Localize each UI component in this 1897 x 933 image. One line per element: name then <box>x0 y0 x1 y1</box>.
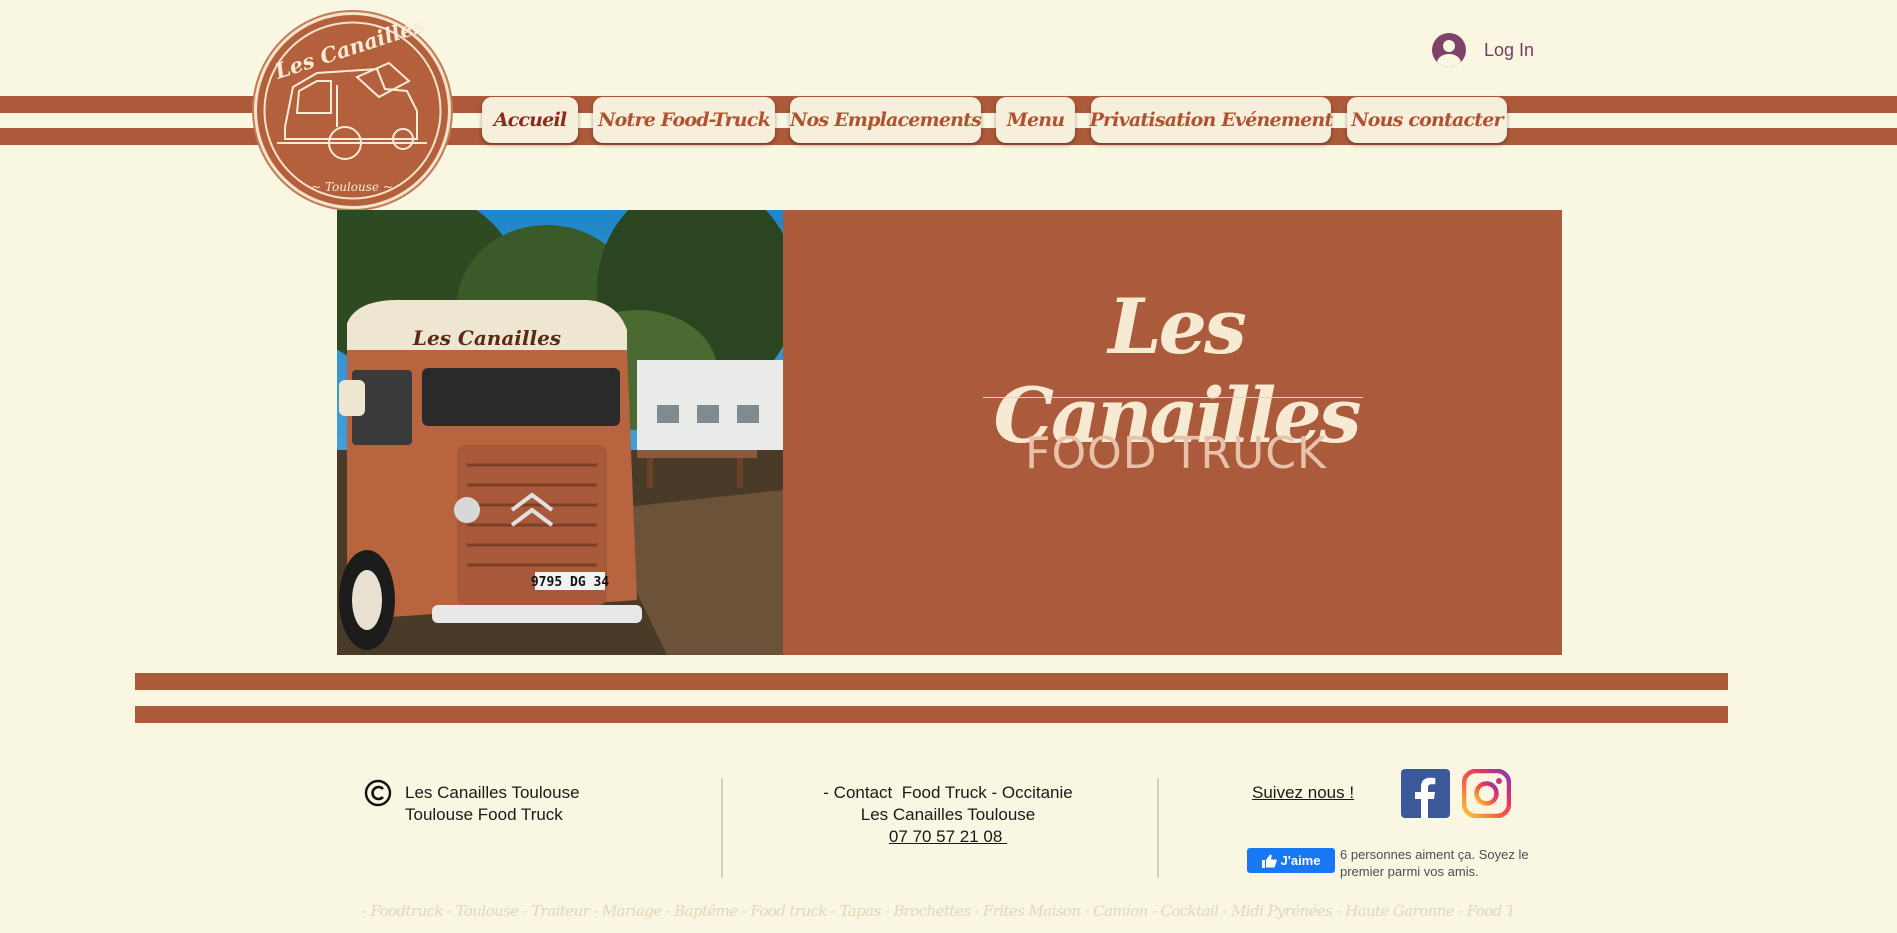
logo-subtext: ~ Toulouse ~ <box>311 180 393 194</box>
hero-photo: Les Canailles 9795 DG 34 <box>337 210 783 655</box>
nav-item-nous-contacter[interactable]: Nous contacter <box>1347 97 1507 143</box>
footer-contact-name: Les Canailles Toulouse <box>860 805 1036 824</box>
facebook-icon[interactable] <box>1401 769 1450 818</box>
nav-item-menu[interactable]: Menu <box>996 97 1075 143</box>
nav-item-notre-food-truck[interactable]: Notre Food-Truck <box>593 97 775 143</box>
logo-text: Les Canailles <box>271 15 428 84</box>
footer-divider-1 <box>721 778 723 878</box>
copyright-icon <box>364 779 392 807</box>
login-button[interactable]: Log In <box>1432 32 1534 68</box>
nav-item-accueil[interactable]: Accueil <box>482 97 578 143</box>
footer-contact-heading: - Contact Food Truck - Occitanie <box>823 783 1073 802</box>
footer-company-tagline: Toulouse Food Truck <box>405 805 563 824</box>
seo-keywords: - Foodtruck - Toulouse - Traiteur - Mari… <box>362 902 1512 920</box>
facebook-like-button[interactable]: J'aime <box>1247 848 1335 873</box>
nav-item-privatisation-evenement[interactable]: Privatisation Evénement <box>1090 97 1333 143</box>
instagram-icon[interactable] <box>1462 769 1511 818</box>
login-label: Log In <box>1484 39 1535 60</box>
section-band-bottom <box>135 706 1728 723</box>
facebook-like-label: J'aime <box>1280 853 1321 868</box>
license-plate-text: 9795 DG 34 <box>531 575 609 590</box>
user-avatar-icon <box>1432 33 1466 67</box>
follow-us-link[interactable]: Suivez nous ! <box>1252 782 1354 804</box>
nav-item-nos-emplacements[interactable]: Nos Emplacements <box>790 97 982 143</box>
facebook-like-count: 6 personnes aiment ça. Soyez le premier … <box>1340 847 1529 879</box>
hero-divider <box>983 397 1363 398</box>
thumbs-up-icon <box>1261 854 1277 868</box>
footer-phone-link[interactable]: 07 70 57 21 08 <box>748 826 1148 848</box>
hero-subtitle: FOOD TRUCK <box>1025 428 1327 479</box>
footer-company-name: Les Canailles Toulouse <box>405 783 580 802</box>
footer-divider-2 <box>1157 778 1159 878</box>
hero-brand-panel: Les Canailles FOOD TRUCK <box>783 210 1562 655</box>
section-band-top <box>135 673 1728 690</box>
food-truck-logo-icon: Les Canailles ~ Toulouse ~ <box>263 15 442 200</box>
site-logo[interactable]: Les Canailles ~ Toulouse ~ <box>254 12 451 209</box>
truck-sign-text: Les Canailles <box>412 326 561 350</box>
